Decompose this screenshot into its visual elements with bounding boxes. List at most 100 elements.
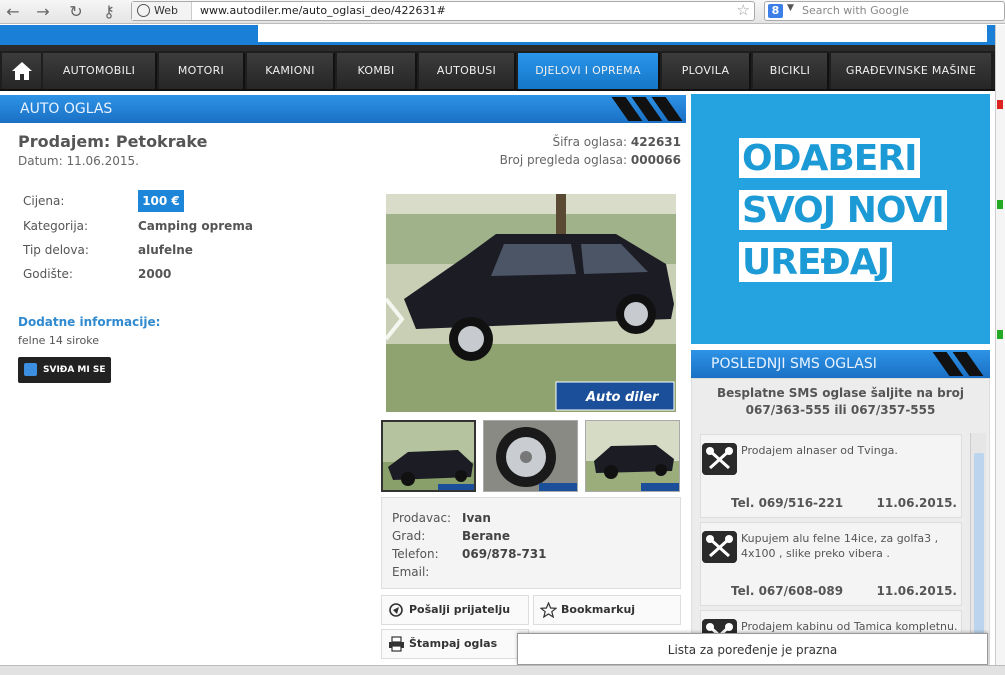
send-to-friend-label: Pošalji prijatelju bbox=[409, 603, 511, 616]
ad-headline-2: SVOJ NOVI bbox=[739, 190, 947, 231]
search-input[interactable]: 8 ▼ Search with Google bbox=[764, 1, 1005, 21]
send-to-friend-button[interactable]: Pošalji prijatelju bbox=[381, 595, 529, 625]
seller-name-value: Ivan bbox=[462, 511, 491, 525]
bookmark-button[interactable]: Bookmarkuj bbox=[533, 595, 681, 625]
sms-date: 11.06.2015. bbox=[876, 496, 957, 510]
seller-name-label: Prodavac: bbox=[392, 511, 452, 525]
seller-info: Prodavac: Ivan Grad: Berane Telefon: 069… bbox=[381, 497, 681, 589]
part-type-label: Tip delova: bbox=[23, 243, 89, 257]
nav-item-autobusi[interactable]: AUTOBUSI bbox=[419, 53, 516, 89]
forward-icon[interactable]: → bbox=[33, 2, 53, 22]
page-title: Prodajem: Petokrake bbox=[18, 132, 208, 151]
tools-icon bbox=[702, 531, 737, 563]
sms-text: Prodajem alnaser od Tvinga. bbox=[741, 444, 898, 457]
bookmark-star-icon[interactable]: ☆ bbox=[737, 1, 750, 19]
seller-phone-label: Telefon: bbox=[392, 547, 439, 561]
browser-status-bar bbox=[0, 665, 1005, 675]
listing-date: Datum: 11.06.2015. bbox=[18, 154, 139, 168]
additional-info-text: felne 14 siroke bbox=[18, 334, 99, 347]
sms-phone: Tel. 067/608-089 bbox=[731, 584, 844, 598]
photo-thumbnail[interactable] bbox=[483, 420, 578, 492]
part-type-value: alufelne bbox=[138, 243, 193, 257]
category-value: Camping oprema bbox=[138, 219, 253, 233]
additional-info-title: Dodatne informacije: bbox=[18, 315, 161, 329]
list-item[interactable]: Kupujem alu felne 14ice, za golfa3 , 4x1… bbox=[700, 522, 962, 606]
scrollbar-thumb[interactable] bbox=[974, 453, 984, 653]
nav-item-plovila[interactable]: PLOVILA bbox=[662, 53, 751, 89]
print-button[interactable]: Štampaj oglas bbox=[381, 629, 529, 659]
thumbnail-image bbox=[586, 421, 679, 491]
sms-intro-line-2: 067/363-555 ili 067/357-555 bbox=[745, 403, 936, 417]
listing-views-value: 000066 bbox=[630, 153, 681, 167]
price-badge: 100 € bbox=[138, 190, 184, 212]
sms-text: Kupujem alu felne 14ice, za golfa3 , 4x1… bbox=[741, 532, 939, 560]
edge-marker bbox=[997, 330, 1003, 339]
nav-item-automobili[interactable]: AUTOMOBILI bbox=[43, 53, 157, 89]
price-label: Cijena: bbox=[23, 194, 65, 208]
key-icon[interactable]: ⚷ bbox=[98, 2, 120, 22]
browser-toolbar: ← → ↻ ⚷ Web www.autodiler.me/auto_oglasi… bbox=[0, 0, 1005, 24]
like-label: SVIĐA MI SE bbox=[43, 365, 106, 375]
back-icon[interactable]: ← bbox=[3, 2, 23, 22]
thumbnail-image bbox=[383, 422, 474, 490]
main-navigation: AUTOMOBILI MOTORI KAMIONI KOMBI AUTOBUSI… bbox=[0, 51, 995, 91]
listing-section-header: AUTO OGLAS bbox=[0, 95, 686, 123]
page-scrollbar[interactable] bbox=[995, 25, 1005, 665]
listing-views: Broj pregleda oglasa: 000066 bbox=[500, 153, 681, 167]
thumbs-up-icon bbox=[24, 363, 37, 376]
nav-item-motori[interactable]: MOTORI bbox=[159, 53, 245, 89]
list-item[interactable]: Prodajem alnaser od Tvinga. Tel. 069/516… bbox=[700, 434, 962, 518]
sms-section-header: POSLEDNJI SMS OGLASI bbox=[691, 350, 990, 378]
tools-icon bbox=[702, 443, 737, 475]
ad-headline-3: UREĐAJ bbox=[739, 242, 892, 283]
ad-headline-1: ODABERI bbox=[739, 138, 920, 179]
seller-city-value: Berane bbox=[462, 529, 510, 543]
reload-icon[interactable]: ↻ bbox=[66, 2, 86, 22]
google-icon[interactable]: 8 bbox=[768, 4, 783, 18]
listing-id-label: Šifra oglasa: bbox=[552, 135, 628, 149]
year-label: Godište: bbox=[23, 267, 73, 281]
sms-section-title: POSLEDNJI SMS OGLASI bbox=[711, 356, 877, 372]
like-button[interactable]: SVIĐA MI SE bbox=[18, 357, 111, 383]
listing-views-label: Broj pregleda oglasa: bbox=[499, 153, 628, 167]
address-bar[interactable]: Web www.autodiler.me/auto_oglasi_deo/422… bbox=[131, 1, 755, 21]
ad-banner[interactable]: ODABERI SVOJ NOVI UREĐAJ bbox=[691, 94, 990, 344]
edge-marker bbox=[997, 100, 1003, 109]
search-placeholder: Search with Google bbox=[802, 4, 909, 17]
nav-item-bicikli[interactable]: BICIKLI bbox=[753, 53, 829, 89]
photo-thumbnail[interactable] bbox=[381, 420, 476, 492]
url-text: www.autodiler.me/auto_oglasi_deo/422631# bbox=[200, 4, 446, 17]
star-icon bbox=[540, 602, 557, 618]
photo-thumbnail[interactable] bbox=[585, 420, 680, 492]
listing-id: Šifra oglasa: 422631 bbox=[552, 135, 681, 149]
printer-icon bbox=[389, 636, 404, 652]
bookmark-label: Bookmarkuj bbox=[561, 603, 636, 616]
home-icon bbox=[12, 62, 32, 80]
seller-phone-value: 069/878-731 bbox=[462, 547, 547, 561]
site-identity-chip[interactable]: Web bbox=[132, 2, 192, 20]
year-value: 2000 bbox=[138, 267, 172, 281]
nav-item-kombi[interactable]: KOMBI bbox=[337, 53, 417, 89]
main-photo[interactable]: Auto diler bbox=[386, 194, 676, 412]
sms-date: 11.06.2015. bbox=[876, 584, 957, 598]
home-button[interactable] bbox=[2, 53, 41, 89]
sms-intro-line-1: Besplatne SMS oglase šaljite na broj bbox=[716, 386, 965, 400]
category-label: Kategorija: bbox=[23, 219, 89, 233]
sms-intro: Besplatne SMS oglase šaljite na broj 067… bbox=[692, 385, 989, 419]
section-title: AUTO OGLAS bbox=[20, 101, 113, 117]
edge-marker bbox=[997, 200, 1003, 209]
print-label: Štampaj oglas bbox=[409, 637, 498, 650]
compare-list-bar[interactable]: Lista za poređenje je prazna bbox=[517, 633, 988, 665]
site-top-panel bbox=[258, 25, 987, 42]
seller-email-label: Email: bbox=[392, 565, 430, 579]
nav-item-djelovi-i-oprema[interactable]: DJELOVI I OPREMA bbox=[518, 53, 660, 89]
chevron-down-icon[interactable]: ▼ bbox=[787, 3, 794, 13]
seller-city-label: Grad: bbox=[392, 529, 426, 543]
nav-item-gradjevinske-masine[interactable]: GRAĐEVINSKE MAŠINE bbox=[831, 53, 991, 89]
sms-panel: Besplatne SMS oglase šaljite na broj 067… bbox=[691, 378, 990, 670]
car-photo: Auto diler bbox=[386, 194, 676, 412]
share-icon bbox=[389, 603, 403, 617]
sms-text: Prodajem kabinu od Tamica kompletnu. bbox=[741, 620, 958, 633]
watermark-logo: Auto diler bbox=[585, 390, 660, 405]
nav-item-kamioni[interactable]: KAMIONI bbox=[247, 53, 335, 89]
